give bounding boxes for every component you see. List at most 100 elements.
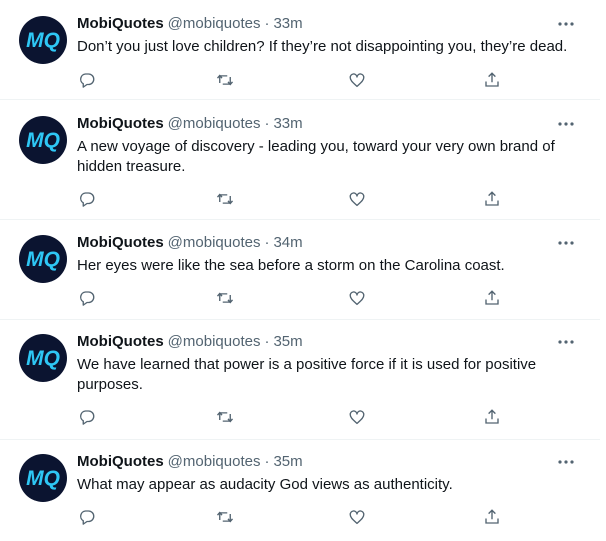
reply-button[interactable] <box>77 70 97 90</box>
more-horizontal-icon <box>558 340 574 344</box>
author-handle[interactable]: @mobiquotes <box>168 233 261 253</box>
avatar[interactable]: MQ <box>19 16 67 64</box>
share-button[interactable] <box>482 407 502 427</box>
author-name[interactable]: MobiQuotes <box>77 233 164 253</box>
tweet-actions <box>77 288 517 308</box>
reply-bubble-icon <box>80 291 95 306</box>
avatar-letters: MQ <box>26 347 60 370</box>
tweet-card[interactable]: MQ MobiQuotes @mobiquotes · 35m What may… <box>0 440 600 541</box>
author-name[interactable]: MobiQuotes <box>77 114 164 134</box>
avatar[interactable]: MQ <box>19 454 67 502</box>
separator-dot: · <box>264 234 270 251</box>
tweet-timestamp[interactable]: 33m <box>273 114 302 134</box>
tweet-card[interactable]: MQ MobiQuotes @mobiquotes · 35m We have … <box>0 320 600 440</box>
author-handle[interactable]: @mobiquotes <box>168 332 261 352</box>
separator-dot: · <box>264 333 270 350</box>
tweet-text: What may appear as audacity God views as… <box>77 476 453 493</box>
more-options-button[interactable] <box>557 333 575 351</box>
tweet-actions <box>77 70 517 90</box>
more-horizontal-icon <box>558 22 574 26</box>
retweet-arrows-icon <box>216 193 234 205</box>
retweet-arrows-icon <box>216 74 234 86</box>
retweet-button[interactable] <box>215 507 235 527</box>
more-horizontal-icon <box>558 122 574 126</box>
reply-button[interactable] <box>77 189 97 209</box>
author-handle[interactable]: @mobiquotes <box>168 452 261 472</box>
share-button[interactable] <box>482 507 502 527</box>
reply-button[interactable] <box>77 288 97 308</box>
tweet-actions <box>77 507 517 527</box>
author-name[interactable]: MobiQuotes <box>77 332 164 352</box>
share-upload-icon <box>485 290 499 305</box>
like-button[interactable] <box>347 189 367 209</box>
author-name[interactable]: MobiQuotes <box>77 14 164 34</box>
share-upload-icon <box>485 72 499 87</box>
tweet-timestamp[interactable]: 33m <box>273 14 302 34</box>
like-button[interactable] <box>347 507 367 527</box>
more-horizontal-icon <box>558 460 574 464</box>
tweet-header: MobiQuotes @mobiquotes · 33m <box>77 114 576 134</box>
heart-icon <box>349 192 365 207</box>
tweet-text: A new voyage of discovery - leading you,… <box>77 138 555 175</box>
heart-icon <box>349 410 365 425</box>
like-button[interactable] <box>347 70 367 90</box>
more-horizontal-icon <box>558 241 574 245</box>
tweet-timestamp[interactable]: 35m <box>273 332 302 352</box>
tweet-timestamp[interactable]: 34m <box>273 233 302 253</box>
separator-dot: · <box>264 15 270 32</box>
heart-icon <box>349 73 365 88</box>
more-options-button[interactable] <box>557 453 575 471</box>
more-options-button[interactable] <box>557 115 575 133</box>
retweet-button[interactable] <box>215 288 235 308</box>
heart-icon <box>349 291 365 306</box>
tweet-text: We have learned that power is a positive… <box>77 356 537 393</box>
tweet-timestamp[interactable]: 35m <box>273 452 302 472</box>
tweet-card[interactable]: MQ MobiQuotes @mobiquotes · 33m A new vo… <box>0 100 600 220</box>
tweet-actions <box>77 189 517 209</box>
tweet-actions <box>77 407 517 427</box>
tweet-header: MobiQuotes @mobiquotes · 33m <box>77 14 576 34</box>
avatar-letters: MQ <box>26 129 60 152</box>
retweet-button[interactable] <box>215 189 235 209</box>
reply-bubble-icon <box>80 410 95 425</box>
retweet-arrows-icon <box>216 411 234 423</box>
author-handle[interactable]: @mobiquotes <box>168 14 261 34</box>
avatar[interactable]: MQ <box>19 334 67 382</box>
retweet-arrows-icon <box>216 511 234 523</box>
more-options-button[interactable] <box>557 234 575 252</box>
heart-icon <box>349 510 365 525</box>
reply-bubble-icon <box>80 73 95 88</box>
like-button[interactable] <box>347 407 367 427</box>
reply-button[interactable] <box>77 407 97 427</box>
share-upload-icon <box>485 191 499 206</box>
avatar[interactable]: MQ <box>19 116 67 164</box>
tweet-header: MobiQuotes @mobiquotes · 35m <box>77 332 576 352</box>
share-button[interactable] <box>482 288 502 308</box>
reply-button[interactable] <box>77 507 97 527</box>
tweet-header: MobiQuotes @mobiquotes · 35m <box>77 452 576 472</box>
timeline-feed: MQ MobiQuotes @mobiquotes · 33m Don’t yo… <box>0 0 600 541</box>
separator-dot: · <box>264 453 270 470</box>
retweet-button[interactable] <box>215 407 235 427</box>
tweet-card[interactable]: MQ MobiQuotes @mobiquotes · 34m Her eyes… <box>0 220 600 320</box>
separator-dot: · <box>264 115 270 132</box>
more-options-button[interactable] <box>557 15 575 33</box>
share-upload-icon <box>485 509 499 524</box>
avatar-letters: MQ <box>26 248 60 271</box>
reply-bubble-icon <box>80 192 95 207</box>
like-button[interactable] <box>347 288 367 308</box>
share-button[interactable] <box>482 189 502 209</box>
retweet-button[interactable] <box>215 70 235 90</box>
author-name[interactable]: MobiQuotes <box>77 452 164 472</box>
avatar[interactable]: MQ <box>19 235 67 283</box>
retweet-arrows-icon <box>216 292 234 304</box>
tweet-card[interactable]: MQ MobiQuotes @mobiquotes · 33m Don’t yo… <box>0 0 600 100</box>
tweet-text: Her eyes were like the sea before a stor… <box>77 257 505 274</box>
avatar-letters: MQ <box>26 467 60 490</box>
reply-bubble-icon <box>80 510 95 525</box>
tweet-header: MobiQuotes @mobiquotes · 34m <box>77 233 576 253</box>
share-upload-icon <box>485 409 499 424</box>
author-handle[interactable]: @mobiquotes <box>168 114 261 134</box>
avatar-letters: MQ <box>26 29 60 52</box>
share-button[interactable] <box>482 70 502 90</box>
